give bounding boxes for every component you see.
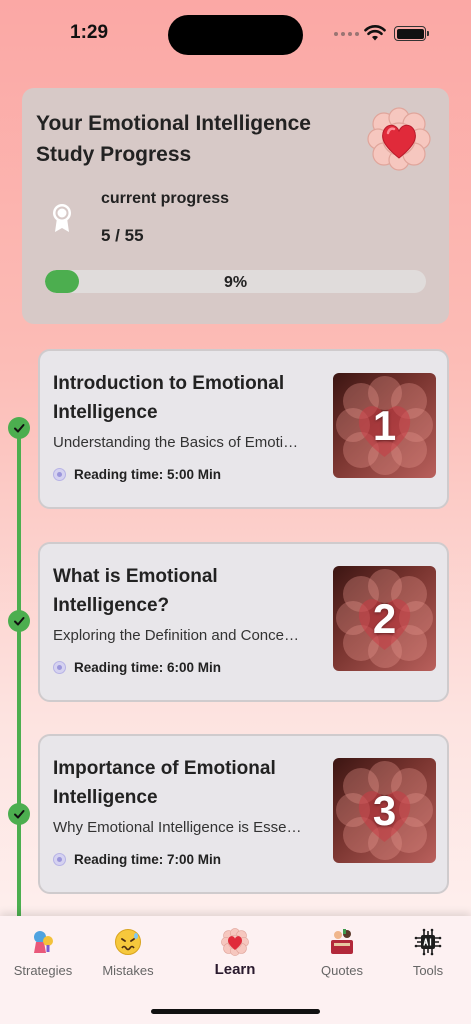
award-ribbon-icon (53, 204, 71, 232)
tab-label: Strategies (13, 963, 73, 978)
lesson-number: 3 (372, 786, 397, 834)
home-indicator (151, 1009, 320, 1014)
tab-label: Learn (214, 961, 256, 978)
cellular-signal-icon (334, 32, 359, 36)
reading-time: Reading time: 6:00 Min (53, 660, 221, 675)
lesson-title: Importance of Emotional Intelligence (53, 758, 276, 808)
lesson-thumbnail: 3 (333, 758, 436, 863)
study-progress-card: Your Emotional Intelligence Study Progre… (22, 88, 449, 324)
status-time: 1:29 (70, 22, 109, 43)
lesson-thumbnail: 2 (333, 566, 436, 671)
lesson-description: Exploring the Definition and Conce… (53, 627, 299, 644)
lesson-description: Understanding the Basics of Emoti… (53, 434, 299, 451)
timeline-check-icon (8, 803, 30, 825)
lesson-thumbnail: 1 (333, 373, 436, 478)
reading-time-text: Reading time: 6:00 Min (74, 660, 222, 675)
brain-heart-icon (367, 107, 431, 171)
tab-mistakes[interactable]: Mistakes (86, 928, 170, 978)
lesson-card[interactable]: Importance of Emotional Intelligence Why… (38, 734, 449, 894)
clock-icon (53, 853, 66, 866)
timeline-check-icon (8, 610, 30, 632)
lesson-card[interactable]: What is Emotional Intelligence? Explorin… (38, 542, 449, 702)
current-progress-value: 5 / 55 (101, 226, 144, 245)
ai-chip-icon (414, 928, 442, 956)
status-bar: 1:29 (0, 0, 471, 70)
tab-quotes[interactable]: Quotes (300, 928, 384, 978)
lesson-description: Why Emotional Intelligence is Esse… (53, 819, 302, 836)
progress-bar: 9% (45, 270, 426, 293)
tab-label: Tools (412, 963, 444, 978)
reading-time-text: Reading time: 5:00 Min (74, 467, 222, 482)
mistakes-face-icon (115, 929, 141, 955)
timeline-line (17, 428, 21, 918)
tab-label: Quotes (321, 963, 363, 978)
progress-percent: 9% (223, 274, 248, 291)
lesson-title: What is Emotional Intelligence? (53, 566, 218, 616)
brain-heart-icon (221, 928, 249, 956)
clock-icon (53, 661, 66, 674)
reading-time-text: Reading time: 7:00 Min (74, 852, 222, 867)
lesson-number: 2 (372, 594, 397, 642)
bottom-tab-bar: Strategies Mistakes Learn Quotes Tools (0, 916, 471, 1024)
tab-tools[interactable]: Tools (386, 928, 470, 978)
battery-icon (394, 26, 429, 41)
wifi-icon (364, 25, 386, 41)
lesson-card[interactable]: Introduction to Emotional Intelligence U… (38, 349, 449, 509)
clock-icon (53, 468, 66, 481)
strategies-icon (34, 931, 53, 953)
reading-time: Reading time: 7:00 Min (53, 852, 221, 867)
quotes-icon (331, 929, 353, 954)
current-progress-label: current progress (101, 190, 230, 207)
tab-strategies[interactable]: Strategies (1, 928, 85, 978)
tab-label: Mistakes (102, 963, 154, 978)
dynamic-island (168, 15, 303, 55)
reading-time: Reading time: 5:00 Min (53, 467, 221, 482)
timeline-check-icon (8, 417, 30, 439)
lesson-number: 1 (372, 401, 397, 449)
progress-title: Your Emotional Intelligence Study Progre… (36, 112, 311, 166)
tab-learn[interactable]: Learn (193, 928, 277, 978)
lesson-title: Introduction to Emotional Intelligence (53, 373, 285, 423)
